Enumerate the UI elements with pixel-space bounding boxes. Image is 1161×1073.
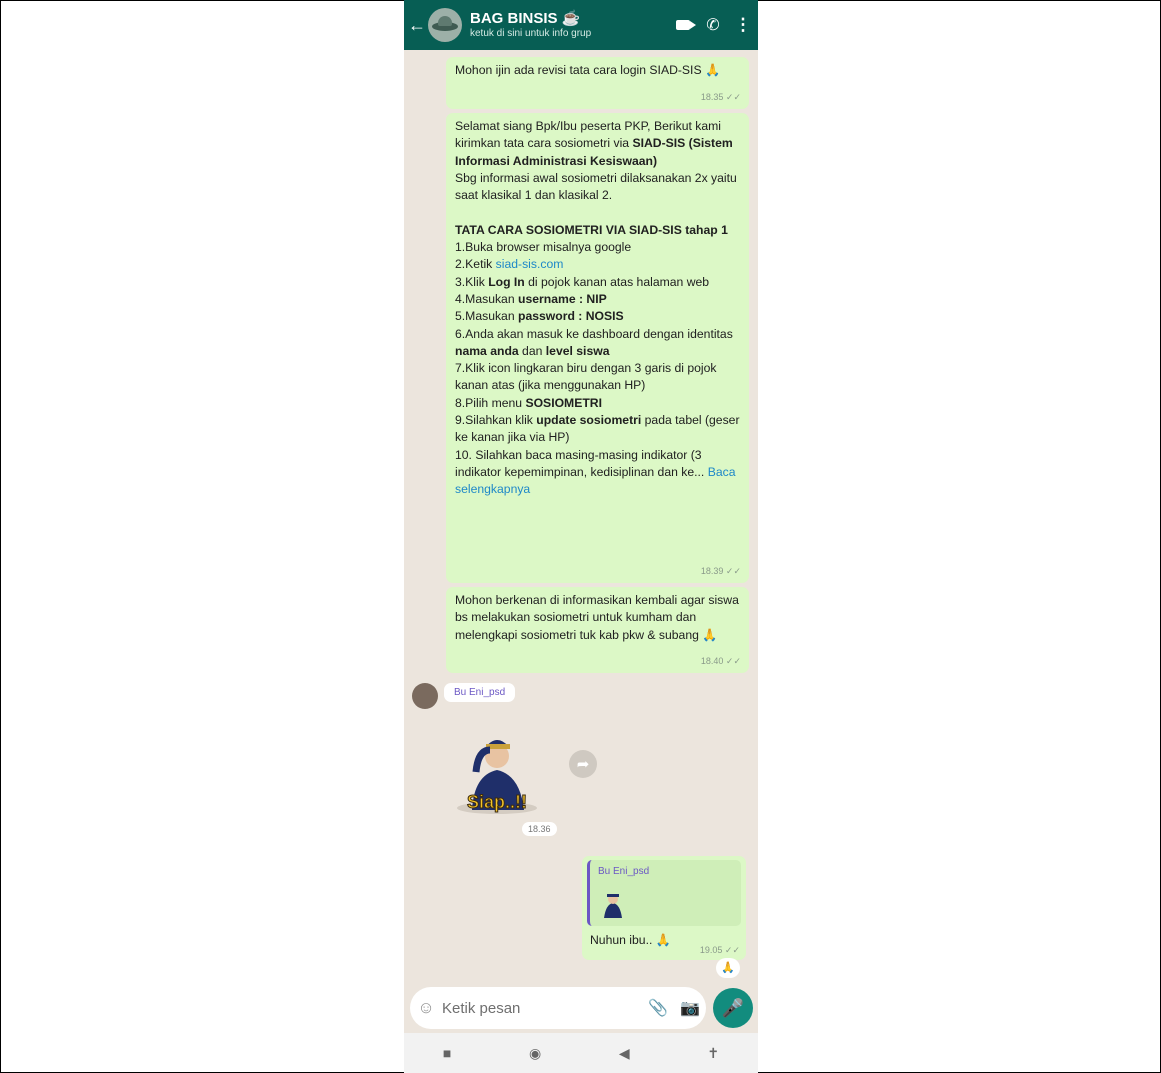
recents-icon[interactable]: ■ [443, 1045, 451, 1061]
message-time: 19.05 ✓✓ [699, 945, 740, 955]
microphone-icon[interactable]: 🎤 [713, 988, 753, 1028]
message-text: Selamat siang Bpk/Ibu peserta PKP, Berik… [455, 119, 740, 497]
group-avatar[interactable] [428, 8, 462, 42]
emoji-icon[interactable]: ☺ [410, 998, 442, 1018]
chat-screen: ← BAG BINSIS ☕ ketuk di sini untuk info … [404, 0, 758, 1073]
message-bubble[interactable]: Selamat siang Bpk/Ibu peserta PKP, Berik… [446, 113, 749, 583]
group-title: BAG BINSIS ☕ [470, 10, 581, 27]
camera-icon[interactable]: 📷 [674, 998, 706, 1018]
more-options-icon[interactable]: ⋮ [728, 15, 758, 35]
message-input[interactable]: Ketik pesan [442, 1000, 642, 1017]
message-bubble[interactable]: Mohon berkenan di informasikan kembali a… [446, 587, 749, 673]
link-siad-sis[interactable]: siad-sis.com [496, 257, 564, 271]
accessibility-icon[interactable]: ✝ [707, 1045, 719, 1062]
video-call-icon[interactable] [668, 20, 698, 30]
attach-icon[interactable]: 📎 [642, 998, 674, 1018]
group-info[interactable]: BAG BINSIS ☕ ketuk di sini untuk info gr… [470, 10, 668, 40]
sticker-caption: Siap..!! [467, 792, 527, 812]
message-composer: ☺ Ketik pesan 📎 📷 [410, 987, 706, 1029]
quoted-message[interactable]: Bu Eni_psd [587, 860, 741, 926]
message-bubble[interactable]: Mohon ijin ada revisi tata cara login SI… [446, 57, 749, 109]
voice-call-icon[interactable]: ✆ [698, 15, 728, 35]
reaction-badge[interactable]: 🙏 [716, 958, 740, 978]
reply-message-bubble[interactable]: Bu Eni_psd Nuhun ibu.. 🙏 19.05 ✓✓ [582, 856, 746, 960]
quoted-sticker-thumbnail [604, 894, 622, 918]
sender-avatar[interactable] [412, 683, 438, 709]
group-subtitle: ketuk di sini untuk info grup [470, 28, 592, 39]
message-time: 18.40 ✓✓ [700, 655, 741, 666]
home-icon[interactable]: ◉ [529, 1045, 541, 1062]
message-text: Mohon berkenan di informasikan kembali a… [455, 593, 739, 642]
system-navigation-bar: ■ ◉ ◀ ✝ [404, 1033, 758, 1073]
chat-header: ← BAG BINSIS ☕ ketuk di sini untuk info … [404, 0, 758, 50]
back-arrow-icon[interactable]: ← [408, 15, 426, 36]
quoted-sender: Bu Eni_psd [598, 866, 650, 877]
sticker-time: 18.36 [522, 822, 557, 836]
back-icon[interactable]: ◀ [619, 1045, 630, 1062]
message-text: Mohon ijin ada revisi tata cara login SI… [455, 63, 721, 77]
sender-name[interactable]: Bu Eni_psd [444, 683, 516, 702]
message-time: 18.39 ✓✓ [700, 565, 741, 576]
reply-text: Nuhun ibu.. 🙏 [590, 933, 671, 947]
forward-icon[interactable]: ➦ [569, 750, 597, 778]
message-time: 18.35 ✓✓ [700, 91, 741, 102]
sticker-image[interactable]: Siap..!! [452, 720, 542, 820]
